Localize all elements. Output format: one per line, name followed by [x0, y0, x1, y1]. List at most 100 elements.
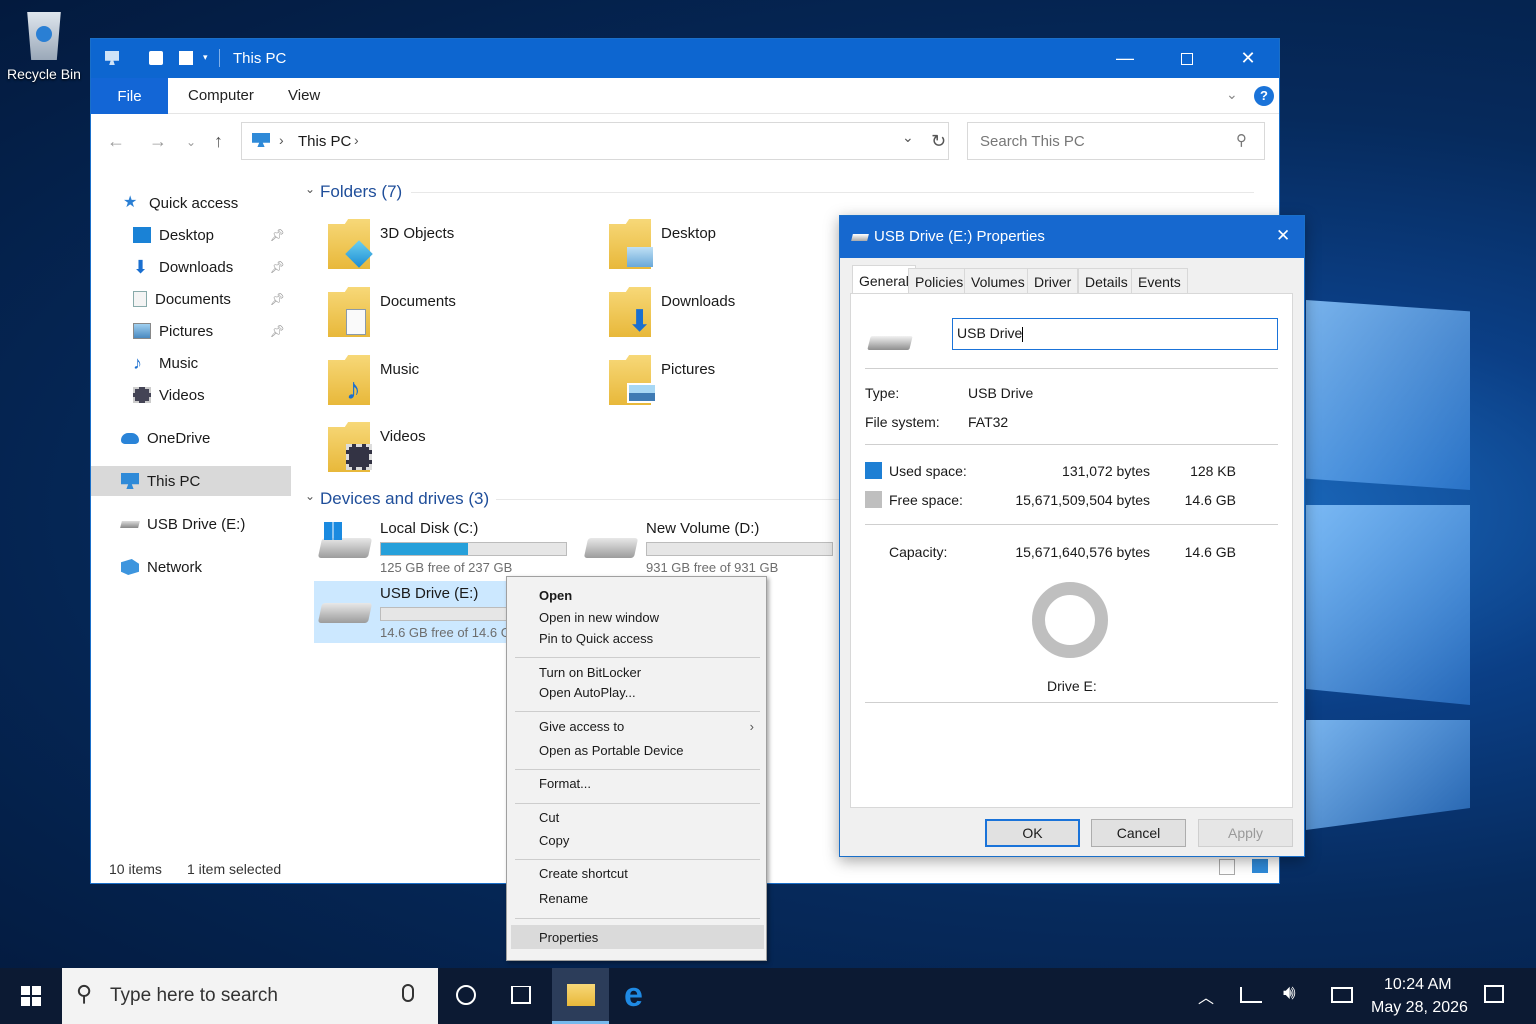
address-bar[interactable]: › This PC › ⌄	[241, 122, 949, 160]
action-center-icon[interactable]	[1484, 985, 1504, 1003]
folder-3d-objects[interactable]: 3D Objects	[328, 219, 588, 279]
tab-policies[interactable]: Policies	[908, 268, 971, 294]
dialog-close-icon[interactable]: ✕	[1276, 226, 1290, 246]
apply-button[interactable]: Apply	[1198, 819, 1293, 847]
new-folder-icon[interactable]	[179, 51, 193, 65]
sidebar-item-downloads[interactable]: ⬇ Downloads 📌︎	[91, 252, 291, 282]
tab-details[interactable]: Details	[1078, 268, 1135, 294]
search-input[interactable]: Search This PC	[980, 133, 1085, 150]
network-icon[interactable]	[1240, 987, 1262, 1003]
breadcrumb-this-pc[interactable]: This PC	[298, 133, 351, 150]
folder-music[interactable]: ♪ Music	[328, 355, 588, 415]
chevron-down-icon[interactable]: ▾	[203, 52, 208, 63]
menu-item-open[interactable]: Open	[511, 583, 764, 607]
folder-label: Documents	[380, 293, 456, 310]
recent-locations-icon[interactable]: ⌄	[186, 135, 196, 149]
sidebar-item-onedrive[interactable]: OneDrive	[91, 423, 291, 453]
sidebar-item-music[interactable]: ♪ Music	[91, 348, 291, 378]
sidebar-item-network[interactable]: Network	[91, 552, 291, 582]
back-icon[interactable]: ←	[107, 131, 125, 152]
pin-icon[interactable]: 📌︎	[270, 260, 285, 274]
taskbar-search[interactable]: ⚲ Type here to search	[62, 968, 438, 1024]
taskbar-explorer[interactable]	[552, 968, 609, 1024]
explorer-titlebar[interactable]: ▾ This PC — ✕	[91, 39, 1279, 78]
properties-dialog[interactable]: USB Drive (E:) Properties ✕ General Poli…	[839, 215, 1305, 857]
search-icon: ⚲	[76, 981, 93, 1006]
folder-desktop[interactable]: Desktop	[609, 219, 869, 279]
microphone-icon[interactable]	[402, 984, 414, 1002]
recycle-bin[interactable]: Recycle Bin	[4, 8, 84, 82]
sidebar-item-videos[interactable]: Videos	[91, 380, 291, 410]
sidebar-item-pictures[interactable]: Pictures 📌︎	[91, 316, 291, 346]
menu-item-copy[interactable]: Copy	[511, 828, 764, 852]
folders-collapse-icon[interactable]: ⌄	[305, 182, 315, 196]
close-button[interactable]: ✕	[1217, 39, 1279, 78]
sidebar-item-desktop[interactable]: Desktop 📌︎	[91, 220, 291, 250]
ribbon-expand-icon[interactable]: ⌄	[1226, 86, 1238, 103]
minimize-button[interactable]: —	[1094, 39, 1156, 78]
breadcrumb-chevron-icon[interactable]: ›	[354, 132, 359, 148]
ok-button[interactable]: OK	[985, 819, 1080, 847]
tab-computer[interactable]: Computer	[188, 87, 254, 104]
drive-e[interactable]: USB Drive (E:) 14.6 GB free of 14.6 GB	[314, 581, 508, 643]
keyboard-icon[interactable]	[1331, 987, 1353, 1003]
properties-icon[interactable]	[149, 51, 163, 65]
details-view-icon[interactable]	[1219, 859, 1235, 875]
usb-drive-icon	[120, 520, 140, 528]
address-dropdown-icon[interactable]: ⌄	[902, 129, 914, 146]
maximize-button[interactable]	[1156, 39, 1218, 78]
menu-item-give-access[interactable]: Give access to ›	[511, 714, 764, 738]
menu-item-properties[interactable]: Properties	[511, 925, 764, 949]
cortana-icon[interactable]	[456, 985, 476, 1005]
sidebar-item-quick-access[interactable]: ★ Quick access	[91, 188, 291, 218]
large-icons-view-icon[interactable]	[1252, 859, 1268, 873]
taskbar-search-input[interactable]: Type here to search	[110, 985, 278, 1007]
taskbar-edge[interactable]: e	[611, 968, 666, 1024]
folder-pictures[interactable]: Pictures	[609, 355, 869, 415]
cancel-button[interactable]: Cancel	[1091, 819, 1186, 847]
drive-d[interactable]: New Volume (D:) 931 GB free of 931 GB	[580, 516, 833, 578]
pin-icon[interactable]: 📌︎	[270, 228, 285, 242]
menu-item-format[interactable]: Format...	[511, 771, 764, 795]
tab-events[interactable]: Events	[1131, 268, 1188, 294]
menu-item-autoplay[interactable]: Open AutoPlay...	[511, 680, 764, 704]
drives-header[interactable]: Devices and drives (3)	[320, 489, 489, 509]
help-icon[interactable]: ?	[1254, 86, 1274, 106]
menu-item-cut[interactable]: Cut	[511, 805, 764, 829]
tab-file[interactable]: File	[91, 78, 168, 114]
start-button[interactable]	[0, 968, 62, 1024]
folders-header[interactable]: Folders (7)	[320, 182, 402, 202]
drives-collapse-icon[interactable]: ⌄	[305, 489, 315, 503]
refresh-icon[interactable]: ↻	[931, 131, 946, 152]
drive-usage-bar	[380, 542, 567, 556]
menu-item-portable-device[interactable]: Open as Portable Device	[511, 738, 764, 762]
folder-documents[interactable]: Documents	[328, 287, 588, 347]
tab-general[interactable]: General	[852, 265, 916, 295]
clock-time[interactable]: 10:24 AM	[1384, 976, 1452, 994]
sidebar-item-documents[interactable]: Documents 📌︎	[91, 284, 291, 314]
drive-c[interactable]: Local Disk (C:) 125 GB free of 237 GB	[314, 516, 567, 578]
show-hidden-icons[interactable]: ︿	[1198, 984, 1214, 1008]
menu-item-pin-quick-access[interactable]: Pin to Quick access	[511, 626, 764, 650]
menu-item-create-shortcut[interactable]: Create shortcut	[511, 861, 764, 885]
type-label: Type:	[865, 385, 900, 401]
sidebar-item-this-pc[interactable]: This PC	[91, 466, 291, 496]
volume-icon[interactable]: 🔊︎	[1283, 982, 1296, 1005]
tab-view[interactable]: View	[288, 87, 320, 104]
folder-videos[interactable]: Videos	[328, 422, 588, 482]
search-box[interactable]: Search This PC ⚲	[967, 122, 1265, 160]
forward-icon[interactable]: →	[149, 131, 167, 152]
task-view-icon[interactable]	[511, 986, 531, 1004]
menu-item-rename[interactable]: Rename	[511, 886, 764, 910]
folder-downloads[interactable]: ⬇ Downloads	[609, 287, 869, 347]
tab-volumes[interactable]: Volumes	[964, 268, 1032, 294]
up-icon[interactable]: ↑	[214, 131, 223, 152]
sidebar-item-usb-drive[interactable]: USB Drive (E:)	[91, 509, 291, 539]
breadcrumb-chevron-icon[interactable]: ›	[279, 132, 284, 148]
drive-name-input[interactable]: USB Drive	[952, 318, 1278, 350]
pin-icon[interactable]: 📌︎	[270, 324, 285, 338]
tab-driver[interactable]: Driver	[1027, 268, 1079, 294]
pin-icon[interactable]: 📌︎	[270, 292, 285, 306]
dialog-titlebar[interactable]: USB Drive (E:) Properties ✕	[840, 216, 1304, 258]
clock-date[interactable]: May 28, 2026	[1371, 999, 1468, 1017]
